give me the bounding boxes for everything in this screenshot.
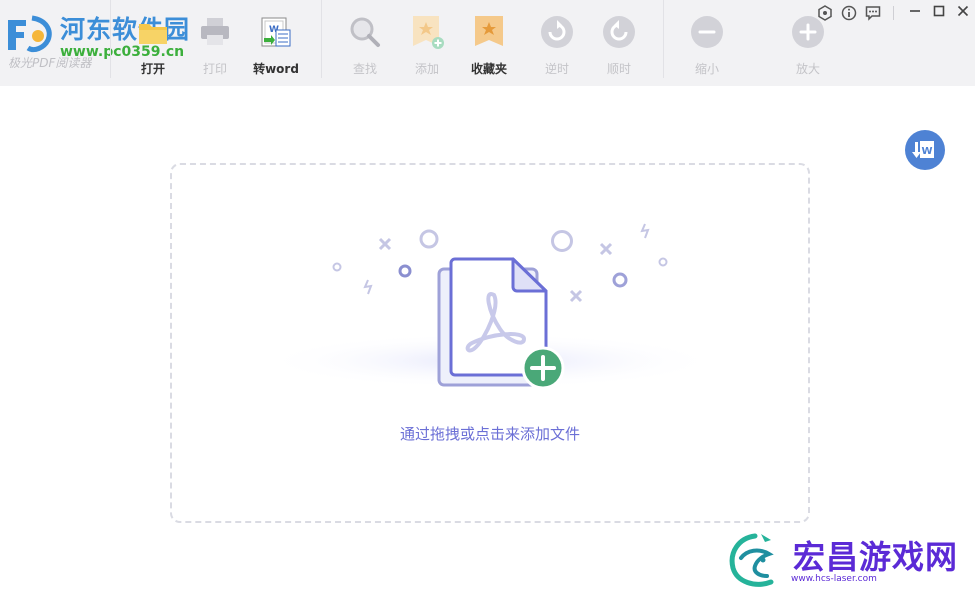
window-controls-divider	[893, 6, 894, 20]
add-label: 添加	[414, 62, 439, 76]
toolbar: 河东软件园 www.pc0359.cn 极光PDF阅读器 打开 打印 W 转wo…	[0, 0, 975, 86]
drop-hint-text: 通过拖拽或点击来添加文件	[399, 425, 580, 443]
rotate-cw-label: 顺时	[606, 62, 631, 76]
add-favorite-icon	[413, 16, 444, 49]
chat-icon	[865, 6, 881, 21]
rotate-ccw-icon	[541, 16, 573, 48]
toolbar-divider	[663, 0, 664, 78]
rotate-cw-icon	[603, 16, 635, 48]
watermark: 宏昌游戏网 www.hcs-laser.com	[725, 530, 970, 590]
search-icon	[350, 17, 380, 47]
dragon-logo-icon	[729, 533, 774, 587]
open-button[interactable]: 打开	[125, 14, 181, 76]
zoom-out-icon	[691, 16, 723, 48]
settings-button[interactable]	[816, 4, 834, 22]
word-convert-icon: W	[261, 17, 291, 47]
favorites-button[interactable]: 收藏夹	[461, 14, 517, 76]
print-button[interactable]: 打印	[187, 14, 243, 76]
to-word-button[interactable]: W 转word	[248, 14, 304, 76]
toolbar-divider	[321, 0, 322, 78]
info-icon	[841, 5, 857, 21]
settings-hex-icon	[818, 5, 832, 21]
word-doc-icon: W	[912, 141, 934, 158]
minimize-button[interactable]	[906, 4, 924, 22]
app-name: 极光PDF阅读器	[8, 56, 92, 70]
bookmark-icon	[475, 16, 503, 46]
add-pdf-illustration	[260, 223, 720, 390]
maximize-icon	[933, 5, 945, 17]
watermark-name: 宏昌游戏网	[793, 538, 959, 576]
minimize-icon	[910, 10, 920, 12]
zoom-in-label: 放大	[795, 62, 820, 76]
folder-icon	[139, 24, 167, 44]
close-button[interactable]	[954, 4, 972, 22]
info-button[interactable]	[840, 4, 858, 22]
feedback-button[interactable]	[864, 4, 882, 22]
svg-text:W: W	[921, 146, 932, 157]
to-word-label: 转word	[253, 62, 299, 76]
rotate-ccw-button[interactable]: 逆时	[529, 14, 585, 76]
add-button[interactable]: 添加	[399, 14, 455, 76]
rotate-ccw-label: 逆时	[544, 62, 569, 76]
find-label: 查找	[352, 62, 377, 76]
zoom-out-button[interactable]: 缩小	[679, 14, 735, 76]
print-label: 打印	[202, 62, 227, 76]
close-icon	[957, 5, 969, 17]
printer-icon	[201, 18, 229, 45]
file-drop-zone[interactable]: 通过拖拽或点击来添加文件	[170, 163, 810, 523]
logo-icon	[8, 15, 52, 53]
maximize-button[interactable]	[930, 4, 948, 22]
find-button[interactable]: 查找	[337, 14, 393, 76]
zoom-out-label: 缩小	[694, 62, 719, 76]
word-convert-float-button[interactable]: W	[905, 130, 945, 170]
open-label: 打开	[140, 62, 165, 76]
favorites-label: 收藏夹	[470, 62, 507, 76]
zoom-in-button[interactable]: 放大	[780, 14, 836, 76]
toolbar-divider	[110, 0, 111, 78]
watermark-url: www.hcs-laser.com	[791, 574, 877, 584]
rotate-cw-button[interactable]: 顺时	[591, 14, 647, 76]
